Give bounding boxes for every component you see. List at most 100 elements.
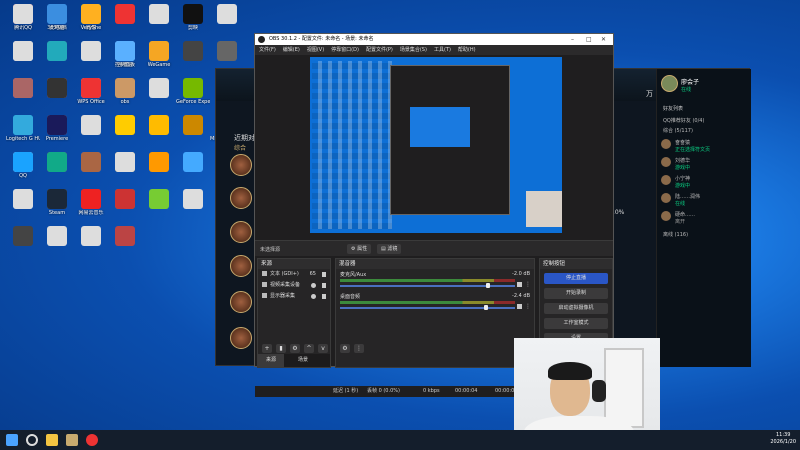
menu-profile[interactable]: 配置文件(P) <box>366 47 393 53</box>
desktop-icon[interactable] <box>142 115 176 153</box>
menu-file[interactable]: 文件(F) <box>259 47 276 53</box>
minimize-icon[interactable]: – <box>571 34 574 45</box>
menu-edit[interactable]: 编辑(E) <box>283 47 300 53</box>
desktop-icon[interactable] <box>74 152 108 190</box>
desktop-icon[interactable]: 剪映 <box>176 4 210 42</box>
menu-tools[interactable]: 工具(T) <box>434 47 451 53</box>
menu-docks[interactable]: 停靠窗口(D) <box>331 47 359 53</box>
desktop-icon[interactable] <box>40 41 74 79</box>
desktop-icon[interactable] <box>142 4 176 42</box>
menu-help[interactable]: 帮助(H) <box>458 47 476 53</box>
desktop-icon[interactable]: WPS Office <box>74 78 108 116</box>
close-icon[interactable]: ✕ <box>601 34 606 45</box>
more-icon[interactable]: ⋮ <box>525 303 531 310</box>
stop-stream-button[interactable]: 停止直播 <box>544 273 608 284</box>
lock-icon[interactable] <box>322 272 326 277</box>
avatar[interactable] <box>661 75 678 92</box>
friend-group[interactable]: 离线 (116) <box>663 231 688 238</box>
tab-overview[interactable]: 综合 <box>234 143 246 152</box>
volume-slider[interactable] <box>340 307 515 309</box>
volume-knob[interactable] <box>486 283 490 288</box>
user-status[interactable]: 在线 <box>681 86 691 93</box>
search-icon[interactable] <box>26 434 38 446</box>
desktop-icon[interactable] <box>142 78 176 116</box>
desktop-icon[interactable] <box>74 41 108 79</box>
desktop-icon[interactable] <box>176 152 210 190</box>
friend-name[interactable]: 奋奋猿 <box>675 139 690 146</box>
friend-name[interactable]: 刘德华 <box>675 157 690 164</box>
desktop-icon[interactable]: 网易云音乐 <box>74 189 108 227</box>
obs-taskbar-icon[interactable] <box>86 434 98 446</box>
volume-knob[interactable] <box>484 305 488 310</box>
desktop-icon[interactable] <box>40 226 74 264</box>
source-item[interactable]: 文本 (GDI+) 65 <box>258 269 330 280</box>
studio-mode-button[interactable]: 工作室模式 <box>544 318 608 329</box>
desktop-icon[interactable]: 控制面板 <box>108 41 142 79</box>
desktop-icon[interactable] <box>108 115 142 153</box>
desktop-icon[interactable] <box>6 115 40 153</box>
friend-group[interactable]: 综合 (5/117) <box>663 127 693 134</box>
menu-view[interactable]: 视图(V) <box>307 47 324 53</box>
more-icon[interactable]: ⋮ <box>525 281 531 288</box>
gear-icon[interactable]: ⚙ <box>290 344 300 353</box>
desktop-icon[interactable] <box>176 189 210 227</box>
desktop-icon[interactable] <box>6 41 40 79</box>
desktop-icon[interactable] <box>210 4 244 42</box>
start-recording-button[interactable]: 开始录制 <box>544 288 608 299</box>
desktop-icon[interactable] <box>40 152 74 190</box>
file-explorer-icon[interactable] <box>46 434 58 446</box>
eye-icon[interactable] <box>311 283 316 288</box>
tab-scenes[interactable]: 场景 <box>290 354 316 367</box>
desktop-icon[interactable] <box>6 189 40 227</box>
desktop-icon[interactable] <box>6 78 40 116</box>
desktop-icon[interactable]: Steam <box>40 189 74 227</box>
properties-button[interactable]: ⚙ 属性 <box>347 244 372 254</box>
maximize-icon[interactable]: □ <box>586 34 592 45</box>
lock-icon[interactable] <box>322 294 326 299</box>
desktop-icon[interactable] <box>108 4 142 42</box>
desktop-icon[interactable]: WeGame <box>142 41 176 79</box>
move-up-icon[interactable]: ^ <box>304 344 314 353</box>
desktop-icon[interactable] <box>108 226 142 264</box>
desktop-icon[interactable]: VeryShe <box>74 4 108 42</box>
desktop-icon[interactable] <box>176 115 210 153</box>
speaker-icon[interactable] <box>517 304 522 309</box>
move-down-icon[interactable]: v <box>318 344 328 353</box>
source-item[interactable]: 视频采集设备 <box>258 280 330 291</box>
desktop-icon[interactable] <box>6 4 40 42</box>
desktop-icon[interactable] <box>142 152 176 190</box>
filters-button[interactable]: ▤ 滤镜 <box>377 244 402 254</box>
more-icon[interactable]: ⋮ <box>354 344 364 353</box>
add-icon[interactable]: + <box>262 344 272 353</box>
desktop-icon[interactable] <box>74 115 108 153</box>
desktop-icon[interactable] <box>108 152 142 190</box>
tab-sources[interactable]: 来源 <box>258 354 285 367</box>
friend-name[interactable]: 陆……润伟 <box>675 193 700 200</box>
speaker-icon[interactable] <box>517 282 522 287</box>
desktop-icon[interactable] <box>6 226 40 264</box>
windows-start-icon[interactable] <box>6 434 18 446</box>
eye-icon[interactable] <box>311 294 316 299</box>
lock-icon[interactable] <box>322 283 326 288</box>
desktop-icon[interactable]: GeForce Experience <box>176 78 210 116</box>
source-item[interactable]: 显示器采集 <box>258 291 330 302</box>
friend-name[interactable]: 硬命…… <box>675 211 695 218</box>
desktop-icon[interactable]: Premiere <box>40 115 74 153</box>
desktop-icon[interactable] <box>108 78 142 116</box>
desktop-icon[interactable]: QQ <box>6 152 40 190</box>
gear-icon[interactable]: ⚙ <box>340 344 350 353</box>
trash-icon[interactable]: ▮ <box>276 344 286 353</box>
friend-group[interactable]: QQ推荐好友 (0/4) <box>663 117 704 124</box>
clock[interactable]: 11:39 2026/1/20 <box>770 432 796 446</box>
desktop-icon[interactable] <box>176 41 210 79</box>
desktop-icon[interactable] <box>40 78 74 116</box>
menu-scene-collection[interactable]: 场景集合(S) <box>400 47 427 53</box>
virtual-camera-button[interactable]: 启动虚拟摄像机 <box>544 303 608 314</box>
friend-name[interactable]: 小宁神 <box>675 175 690 182</box>
desktop-icon[interactable]: 此电脑 <box>40 4 74 42</box>
desktop-icon[interactable] <box>74 226 108 264</box>
preview-canvas[interactable] <box>310 57 562 233</box>
lol-taskbar-icon[interactable] <box>66 434 78 446</box>
desktop-icon[interactable] <box>108 189 142 227</box>
desktop-icon[interactable] <box>142 189 176 227</box>
